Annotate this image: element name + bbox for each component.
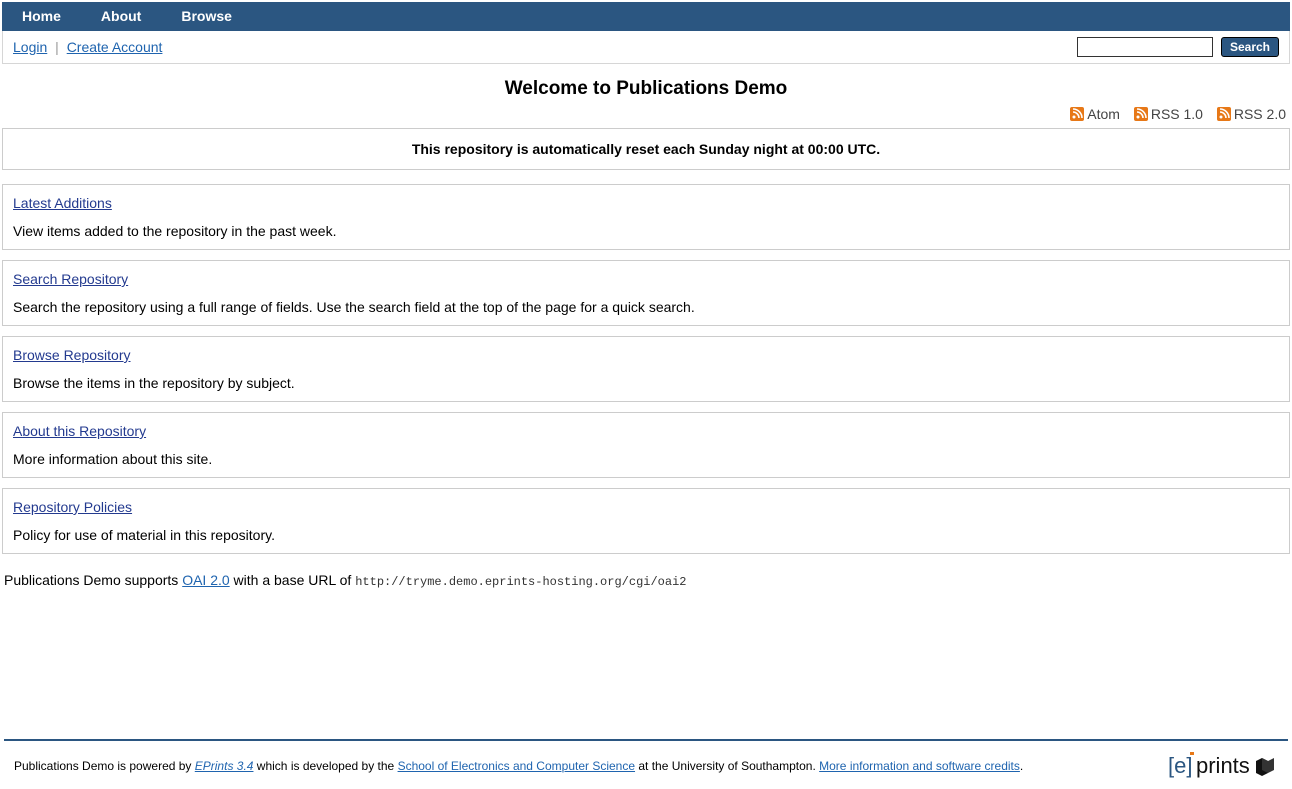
card-browse-repository: Browse Repository Browse the items in th… <box>2 336 1290 402</box>
rss-icon <box>1134 107 1148 121</box>
card-search-repository: Search Repository Search the repository … <box>2 260 1290 326</box>
oai-support-line: Publications Demo supports OAI 2.0 with … <box>4 572 1290 589</box>
card-repository-policies: Repository Policies Policy for use of ma… <box>2 488 1290 554</box>
rss-icon <box>1217 107 1231 121</box>
card-desc: Browse the items in the repository by su… <box>13 375 1279 391</box>
footer: Publications Demo is powered by EPrints … <box>2 751 1290 789</box>
oai-url: http://tryme.demo.eprints-hosting.org/cg… <box>355 575 686 589</box>
card-link[interactable]: Search Repository <box>13 271 128 287</box>
separator: | <box>55 39 59 55</box>
feed-label: RSS 1.0 <box>1151 106 1203 122</box>
card-desc: Search the repository using a full range… <box>13 299 1279 315</box>
card-desc: Policy for use of material in this repos… <box>13 527 1279 543</box>
create-account-link[interactable]: Create Account <box>67 39 163 55</box>
eprints-logo[interactable]: [e] prints <box>1168 751 1278 781</box>
oai-link[interactable]: OAI 2.0 <box>182 572 229 588</box>
nav-about[interactable]: About <box>81 2 161 31</box>
card-latest-additions: Latest Additions View items added to the… <box>2 184 1290 250</box>
login-link[interactable]: Login <box>13 39 47 55</box>
feed-rss2[interactable]: RSS 2.0 <box>1217 106 1286 122</box>
school-link[interactable]: School of Electronics and Computer Scien… <box>398 759 635 773</box>
card-about-repository: About this Repository More information a… <box>2 412 1290 478</box>
footer-text-part: which is developed by the <box>253 759 397 773</box>
search-button[interactable]: Search <box>1221 37 1279 57</box>
nav-browse[interactable]: Browse <box>161 2 252 31</box>
footer-text-part: . <box>1020 759 1023 773</box>
feed-label: Atom <box>1087 106 1120 122</box>
card-desc: View items added to the repository in th… <box>13 223 1279 239</box>
credits-link[interactable]: More information and software credits <box>819 759 1020 773</box>
oai-mid: with a base URL of <box>230 572 356 588</box>
card-link[interactable]: Repository Policies <box>13 499 132 515</box>
card-link[interactable]: Latest Additions <box>13 195 112 211</box>
notice-banner: This repository is automatically reset e… <box>2 128 1290 170</box>
page-title: Welcome to Publications Demo <box>2 78 1290 100</box>
feed-atom[interactable]: Atom <box>1070 106 1120 122</box>
svg-text:prints: prints <box>1196 753 1250 778</box>
user-bar: Login | Create Account Search <box>2 31 1290 64</box>
footer-text-part: Publications Demo is powered by <box>14 759 195 773</box>
nav-home[interactable]: Home <box>2 2 81 31</box>
card-link[interactable]: Browse Repository <box>13 347 131 363</box>
feed-links: Atom RSS 1.0 RSS 2.0 <box>2 106 1290 128</box>
footer-text-part: at the University of Southampton. <box>635 759 819 773</box>
footer-rule <box>4 739 1288 741</box>
rss-icon <box>1070 107 1084 121</box>
eprints-link[interactable]: EPrints 3.4 <box>195 759 254 773</box>
oai-prefix: Publications Demo supports <box>4 572 182 588</box>
svg-text:[e]: [e] <box>1168 753 1192 778</box>
footer-text: Publications Demo is powered by EPrints … <box>14 759 1023 773</box>
feed-label: RSS 2.0 <box>1234 106 1286 122</box>
eprints-version: EPrints 3.4 <box>195 759 254 773</box>
card-link[interactable]: About this Repository <box>13 423 146 439</box>
search-input[interactable] <box>1077 37 1213 57</box>
card-desc: More information about this site. <box>13 451 1279 467</box>
feed-rss1[interactable]: RSS 1.0 <box>1134 106 1203 122</box>
top-nav: Home About Browse <box>2 2 1290 31</box>
